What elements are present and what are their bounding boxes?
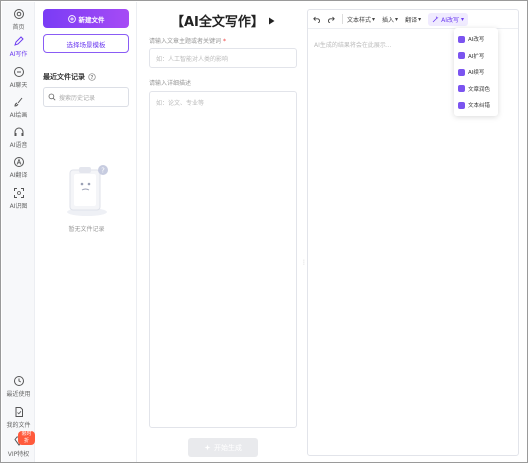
empty-history-text: 暂无文件记录: [68, 226, 105, 233]
nav-item-home[interactable]: 首页: [2, 8, 35, 31]
editor-placeholder: AI生成的结果将会在此展示...: [314, 42, 392, 49]
recent-files-title: 最近文件记录 ?: [43, 72, 96, 82]
file-icon: [15, 407, 23, 417]
empty-clipboard-illustration: ?: [67, 165, 108, 216]
dropdown-item-ai-rewrite[interactable]: AI改写: [454, 31, 498, 48]
redo-button[interactable]: [324, 12, 338, 26]
description-label: 请输入详细描述: [149, 80, 192, 87]
text-style-label: 文本样式: [347, 16, 372, 24]
nav-label: AI语音: [9, 142, 28, 149]
search-placeholder: 搜索历史记录: [59, 94, 96, 102]
dropdown-item-ai-continue[interactable]: AI续写: [454, 64, 498, 81]
new-file-button[interactable]: 新建文件: [43, 9, 129, 28]
nav-item-ai-translate[interactable]: AI翻译: [2, 156, 35, 179]
rewrite-icon: [458, 35, 465, 43]
dropdown-item-polish[interactable]: 文章润色: [454, 81, 498, 98]
proofread-icon: [458, 101, 465, 109]
nav-item-recent[interactable]: 最近使用: [2, 375, 35, 398]
nav-label: 我的文件: [6, 422, 31, 429]
redo-icon: [328, 16, 335, 23]
nav-item-ai-voice[interactable]: AI语音: [2, 126, 35, 149]
dropdown-item-proofread[interactable]: 文本纠错: [454, 97, 498, 114]
dropdown-item-label: AI扩写: [468, 53, 485, 60]
history-panel: 新建文件 选择场景模板 最近文件记录 ? 搜索历史记录 ? 暂无文件记录: [36, 2, 137, 462]
sparkle-icon: [204, 444, 211, 451]
dropdown-item-label: AI续写: [468, 70, 485, 77]
text-style-menu[interactable]: 文本样式 ▾: [347, 15, 375, 24]
svg-text:?: ?: [101, 167, 105, 175]
chat-icon: [13, 67, 24, 77]
insert-label: 插入: [382, 16, 395, 24]
generate-button[interactable]: 开始生成: [188, 438, 258, 457]
discount-badge: 限时折: [18, 431, 35, 445]
dropdown-item-label: 文章润色: [468, 86, 491, 93]
clock-icon: [13, 376, 24, 386]
recent-files-label: 最近文件记录: [43, 73, 85, 81]
search-icon: [48, 93, 56, 101]
topic-input[interactable]: 如：人工智能对人类的影响: [149, 48, 297, 68]
insert-menu[interactable]: 插入 ▾: [382, 15, 398, 24]
history-search-input[interactable]: 搜索历史记录: [43, 87, 129, 107]
nav-item-ai-drawing[interactable]: AI绘画: [2, 96, 35, 119]
nav-label: AI识图: [9, 203, 28, 210]
translate-menu[interactable]: 翻译 ▾: [405, 15, 421, 24]
undo-button[interactable]: [310, 12, 324, 26]
page-title: 【AI全文写作】: [171, 11, 275, 30]
undo-icon: [313, 16, 320, 23]
expand-icon: [458, 52, 465, 60]
topic-label: 请输入文章主题或者关键词 *: [149, 36, 226, 45]
dropdown-item-label: 文本纠错: [468, 103, 491, 110]
nav-label: 最近使用: [6, 391, 31, 398]
new-file-label: 新建文件: [78, 15, 105, 24]
scan-icon: [13, 188, 24, 198]
help-icon[interactable]: ?: [88, 73, 96, 81]
select-template-button[interactable]: 选择场景模板: [43, 34, 129, 53]
dropdown-item-ai-expand[interactable]: AI扩写: [454, 48, 498, 65]
headphones-icon: [14, 127, 23, 136]
magic-wand-icon: [432, 15, 439, 22]
pen-icon: [13, 36, 24, 46]
ai-rewrite-menu[interactable]: AI改写 ▾: [428, 12, 468, 26]
svg-text:?: ?: [91, 75, 94, 81]
toolbar-divider: [342, 14, 343, 24]
description-textarea[interactable]: 如：论文、专业等: [149, 91, 297, 428]
nav-item-vip[interactable]: VIP特权 限时折: [2, 431, 35, 458]
nav-item-ai-writing[interactable]: AI写作: [2, 35, 35, 58]
dropdown-item-label: AI改写: [468, 37, 485, 44]
app-window: 首页 AI写作 AI聊天 AI绘画 AI语音 AI翻译 AI识图 最近使用 我的…: [0, 0, 528, 463]
brush-icon: [13, 97, 22, 107]
home-icon: [13, 9, 24, 19]
topic-label-text: 请输入文章主题或者关键词: [149, 38, 222, 45]
ai-rewrite-label: AI改写: [441, 16, 459, 24]
plus-circle-icon: [67, 14, 76, 23]
continue-icon: [458, 68, 465, 76]
required-mark: *: [222, 38, 226, 45]
nav-label: AI绘画: [9, 112, 28, 119]
nav-label: AI聊天: [9, 82, 28, 89]
polish-icon: [458, 85, 465, 93]
topic-placeholder: 如：人工智能对人类的影响: [156, 56, 229, 63]
nav-label: VIP特权: [7, 451, 30, 458]
chevron-down-icon: ▾: [418, 15, 422, 23]
play-icon[interactable]: [268, 17, 275, 25]
nav-label: AI翻译: [9, 172, 28, 179]
nav-label: AI写作: [9, 51, 28, 58]
chevron-down-icon: ▾: [372, 15, 376, 23]
nav-label: 首页: [12, 24, 25, 31]
chevron-down-icon: ▾: [460, 15, 464, 23]
chevron-down-icon: ▾: [395, 15, 399, 23]
nav-item-my-files[interactable]: 我的文件: [2, 406, 35, 429]
translate-label: 翻译: [405, 16, 418, 24]
description-placeholder: 如：论文、专业等: [156, 100, 205, 107]
nav-item-ai-chat[interactable]: AI聊天: [2, 66, 35, 89]
nav-rail: 首页 AI写作 AI聊天 AI绘画 AI语音 AI翻译 AI识图 最近使用 我的…: [2, 2, 35, 462]
translate-icon: [13, 157, 24, 167]
nav-item-ai-image-recognition[interactable]: AI识图: [2, 187, 35, 210]
page-title-text: 【AI全文写作】: [171, 15, 264, 30]
generate-label: 开始生成: [214, 443, 242, 452]
ai-rewrite-dropdown: AI改写 AI扩写 AI续写 文章润色 文本纠错: [454, 28, 498, 116]
editor-toolbar: 文本样式 ▾ 插入 ▾ 翻译 ▾ AI改写 ▾: [308, 10, 518, 29]
